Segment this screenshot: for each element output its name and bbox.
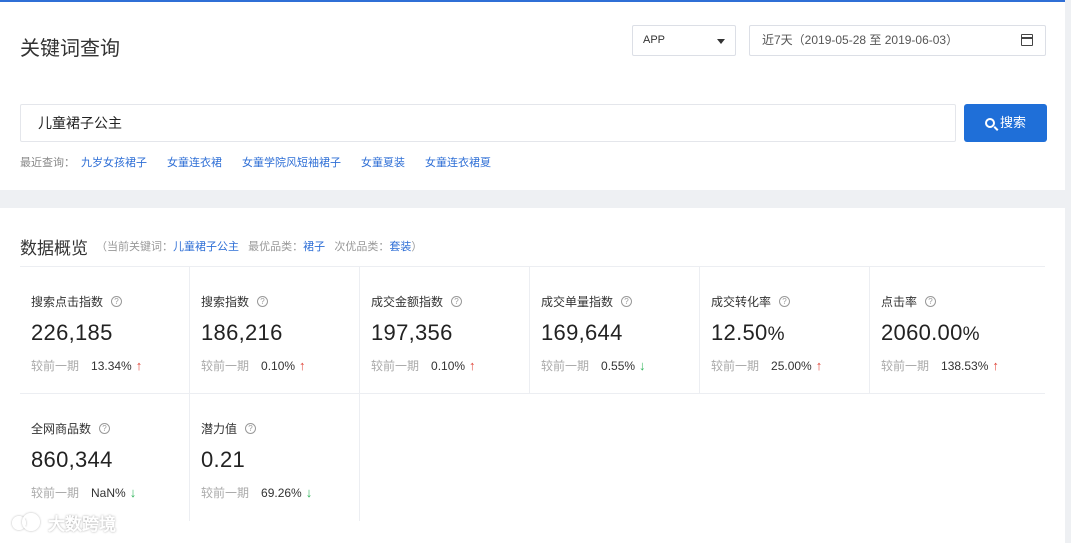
metric-label: 搜索指数 (201, 295, 250, 309)
metric-card: 点击率? 2060.00% 较前一期 138.53% ↑ (870, 267, 1040, 393)
metric-change: 69.26% (261, 485, 302, 500)
metric-card: 搜索指数? 186,216 较前一期 0.10% ↑ (190, 267, 360, 393)
metric-value: 169,644 (541, 320, 623, 345)
compare-label: 较前一期 (201, 359, 250, 373)
meta-close: ） (411, 241, 423, 253)
metric-value: 0.21 (201, 447, 246, 472)
calendar-icon (1021, 34, 1033, 46)
metric-label: 潜力值 (201, 422, 238, 436)
metric-change: 0.10% (261, 358, 296, 373)
recent-queries-label: 最近查询： (20, 157, 75, 169)
metric-label: 成交转化率 (711, 295, 772, 309)
second-category-label: 次优品类： (334, 241, 390, 253)
query-panel: 关键词查询 APP 近7天（2019-05-28 至 2019-06-03） 儿… (0, 0, 1065, 190)
question-circle-icon[interactable]: ? (245, 423, 257, 434)
search-button-label: 搜索 (999, 115, 1026, 130)
compare-label: 较前一期 (711, 359, 760, 373)
page-title: 关键词查询 (20, 38, 120, 60)
metrics-grid: 搜索点击指数? 226,185 较前一期 13.34% ↑ 搜索指数? 186,21… (20, 266, 1045, 521)
arrow-up-icon: ↑ (992, 358, 999, 373)
metric-change: 25.00% (771, 358, 812, 373)
watermark-logo-icon (12, 512, 42, 533)
watermark: 大数跨境 (12, 510, 116, 535)
arrow-up-icon: ↑ (469, 358, 476, 373)
metric-label: 点击率 (881, 295, 918, 309)
search-icon (984, 118, 995, 128)
metrics-row: 全网商品数? 860,344 较前一期 NaN% ↓ 潜力值? 0.21 较前一期 6… (20, 394, 1045, 521)
arrow-down-icon: ↓ (129, 485, 137, 500)
best-category[interactable]: 裙子 (303, 241, 325, 253)
date-range-picker[interactable]: 近7天（2019-05-28 至 2019-06-03） (749, 25, 1046, 56)
question-circle-icon[interactable]: ? (257, 296, 269, 307)
question-circle-icon[interactable]: ? (99, 423, 111, 434)
metric-change: 138.53% (941, 358, 989, 373)
metrics-row: 搜索点击指数? 226,185 较前一期 13.34% ↑ 搜索指数? 186,21… (20, 267, 1045, 394)
arrow-down-icon: ↓ (305, 485, 313, 500)
overview-meta: （当前关键词：儿童裙子公主 最优品类：裙子 次优品类：套装） (96, 238, 422, 254)
metric-card: 潜力值? 0.21 较前一期 69.26% ↓ (190, 394, 360, 521)
compare-label: 较前一期 (31, 486, 80, 500)
recent-query-link[interactable]: 女童学院风短袖裙子 (242, 154, 341, 170)
metric-value: 197,356 (371, 320, 453, 345)
date-range-value: 近7天（2019-05-28 至 2019-06-03） (762, 33, 959, 47)
watermark-text: 大数跨境 (48, 515, 116, 534)
data-overview-panel: 数据概览 （当前关键词：儿童裙子公主 最优品类：裙子 次优品类：套装） 搜索点击… (0, 208, 1065, 543)
question-circle-icon[interactable]: ? (779, 296, 791, 307)
search-button[interactable]: 搜索 (964, 104, 1047, 142)
recent-query-link[interactable]: 女童夏装 (361, 154, 405, 170)
meta-open: （当前关键词： (96, 241, 173, 253)
question-circle-icon[interactable]: ? (925, 296, 937, 307)
compare-label: 较前一期 (201, 486, 250, 500)
metric-label: 成交金额指数 (371, 295, 444, 309)
metric-change: 0.55% (601, 358, 636, 373)
metric-label: 搜索点击指数 (31, 295, 104, 309)
best-category-label: 最优品类： (248, 241, 304, 253)
question-circle-icon[interactable]: ? (111, 296, 123, 307)
current-keyword: 儿童裙子公主 (173, 241, 239, 253)
arrow-up-icon: ↑ (815, 358, 823, 373)
empty-cell (360, 394, 530, 521)
metric-change: 0.10% (431, 358, 466, 373)
metric-change: 13.34% (91, 358, 132, 373)
compare-label: 较前一期 (31, 359, 80, 373)
question-circle-icon[interactable]: ? (621, 296, 633, 307)
metric-change: NaN% (91, 485, 126, 500)
metric-value: 226,185 (31, 320, 113, 345)
keyword-search-input[interactable]: 儿童裙子公主 (20, 104, 956, 142)
compare-label: 较前一期 (371, 359, 420, 373)
recent-query-link[interactable]: 女童连衣裙 (167, 154, 222, 170)
second-category[interactable]: 套装 (389, 241, 411, 253)
metric-card: 成交金额指数? 197,356 较前一期 0.10% ↑ (360, 267, 530, 393)
metric-value: 2060.00% (881, 320, 980, 345)
compare-label: 较前一期 (881, 359, 930, 373)
recent-query-link[interactable]: 女童连衣裙夏 (425, 154, 491, 170)
metric-card: 全网商品数? 860,344 较前一期 NaN% ↓ (20, 394, 190, 521)
metric-card: 成交转化率? 12.50% 较前一期 25.00% ↑ (700, 267, 870, 393)
metric-value: 860,344 (31, 447, 113, 472)
metric-value: 186,216 (201, 320, 283, 345)
question-circle-icon[interactable]: ? (451, 296, 463, 307)
metric-card: 成交单量指数? 169,644 较前一期 0.55% ↓ (530, 267, 700, 393)
caret-down-icon (717, 39, 725, 44)
platform-select-value: APP (643, 34, 666, 46)
metric-label: 全网商品数 (31, 422, 92, 436)
arrow-up-icon: ↑ (135, 358, 143, 373)
metric-card: 搜索点击指数? 226,185 较前一期 13.34% ↑ (20, 267, 190, 393)
arrow-up-icon: ↑ (299, 358, 306, 373)
metric-label: 成交单量指数 (541, 295, 614, 309)
recent-query-link[interactable]: 九岁女孩裙子 (81, 154, 147, 170)
platform-select[interactable]: APP (632, 25, 736, 56)
recent-queries: 最近查询： 九岁女孩裙子 女童连衣裙 女童学院风短袖裙子 女童夏装 女童连衣裙夏 (20, 154, 491, 170)
compare-label: 较前一期 (541, 359, 590, 373)
arrow-down-icon: ↓ (639, 358, 646, 373)
metric-value: 12.50% (711, 320, 785, 345)
overview-title: 数据概览 (20, 239, 88, 258)
keyword-search-value: 儿童裙子公主 (38, 115, 122, 131)
